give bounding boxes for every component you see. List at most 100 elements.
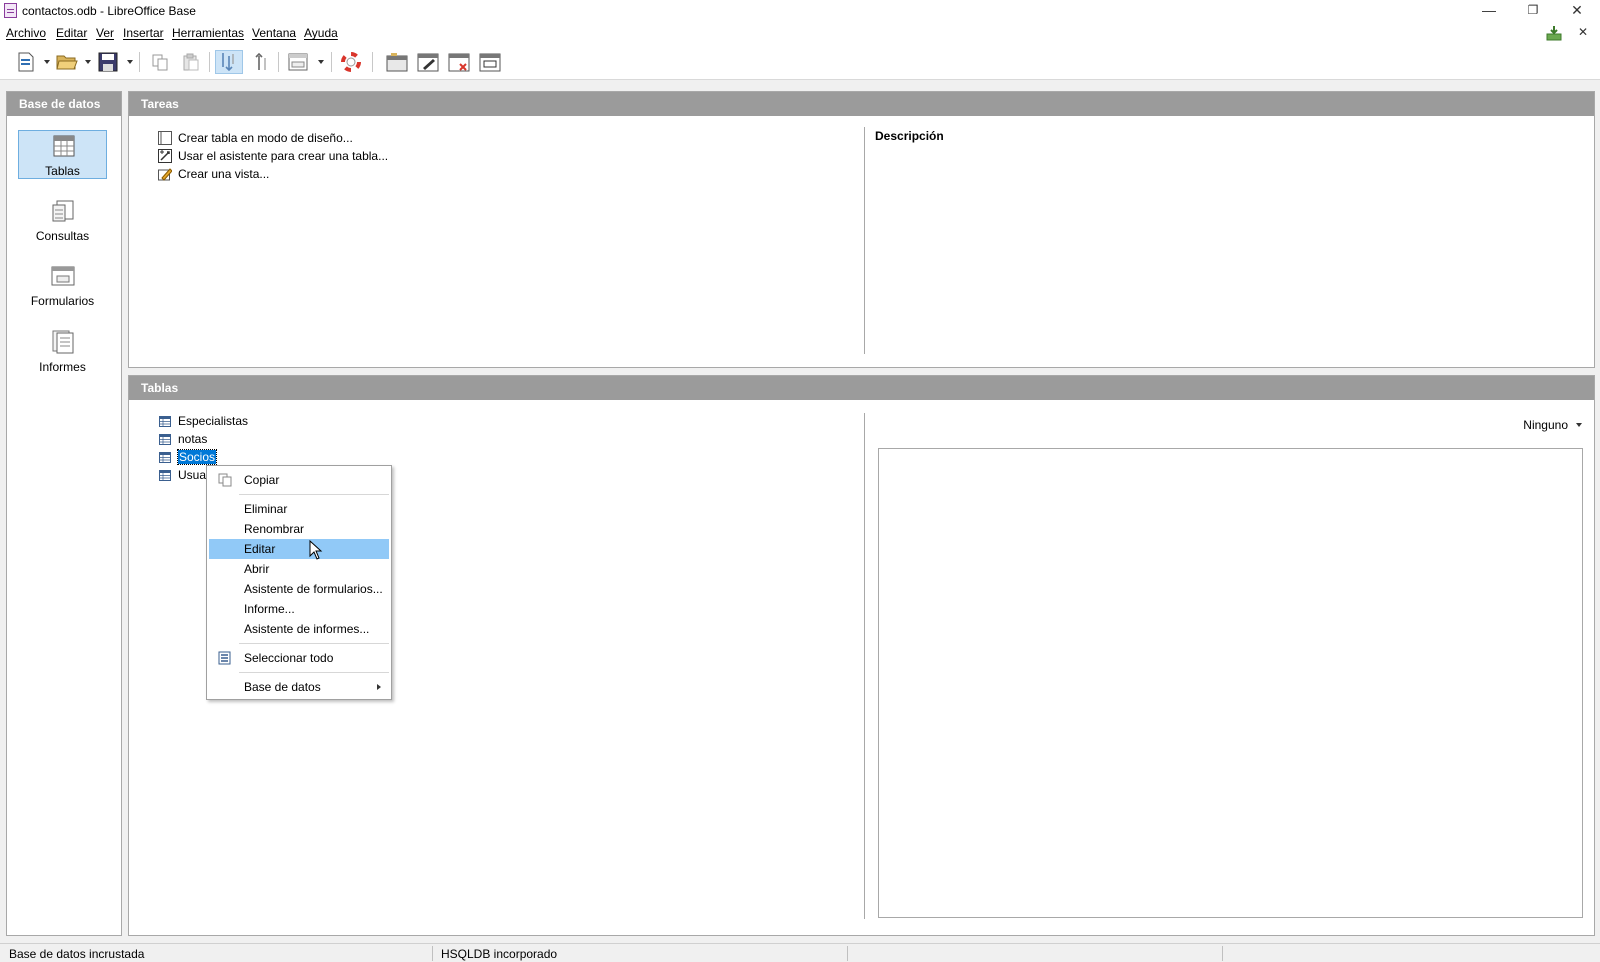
menu-item-label: Copiar	[244, 473, 280, 487]
standard-toolbar	[0, 43, 1600, 80]
paste-button[interactable]	[177, 50, 205, 74]
menu-ver[interactable]: Ver	[96, 26, 114, 40]
menu-ayuda[interactable]: Ayuda	[304, 26, 338, 40]
tasks-header: Tareas	[129, 92, 1594, 116]
sidebar-item-label: Consultas	[35, 229, 90, 243]
edit-icon	[417, 53, 439, 72]
database-sidebar: Base de datos Tablas Consultas Formulari…	[6, 91, 122, 936]
status-db-engine: HSQLDB incorporado	[441, 947, 558, 961]
menu-item-asistente-formularios[interactable]: Asistente de formularios...	[209, 579, 389, 599]
menu-item-eliminar[interactable]: Eliminar	[209, 499, 389, 519]
menu-item-renombrar[interactable]: Renombrar	[209, 519, 389, 539]
preview-mode-dropdown[interactable]: Ninguno	[1523, 418, 1582, 432]
save-dropdown-arrow[interactable]	[127, 60, 133, 64]
delete-button[interactable]	[445, 50, 473, 74]
update-icon[interactable]	[1546, 25, 1562, 41]
sidebar-item-queries[interactable]: Consultas	[18, 196, 107, 245]
menu-item-editar[interactable]: Editar	[209, 539, 389, 559]
form-dropdown-arrow[interactable]	[318, 60, 324, 64]
menu-item-label: Asistente de formularios...	[244, 582, 383, 596]
table-item-especialistas[interactable]: Especialistas	[159, 413, 248, 429]
sort-descending-button[interactable]	[245, 50, 273, 74]
sidebar-item-label: Informes	[39, 360, 86, 374]
status-embedded-db: Base de datos incrustada	[9, 947, 145, 961]
menu-insertar[interactable]: Insertar	[123, 26, 164, 40]
sort-ascending-icon	[222, 53, 234, 72]
toolbar-separator	[372, 52, 373, 72]
table-item-socios[interactable]: Socios	[159, 449, 218, 465]
menu-bar: Archivo Editar Ver Insertar Herramientas…	[0, 22, 1600, 43]
chevron-down-icon	[1576, 423, 1582, 427]
task-table-wizard[interactable]: Usar el asistente para crear una tabla..…	[158, 148, 388, 164]
sidebar-item-reports[interactable]: Informes	[18, 327, 107, 376]
menu-separator	[239, 494, 389, 495]
table-icon	[159, 469, 171, 481]
menu-item-informe[interactable]: Informe...	[209, 599, 389, 619]
window-title: contactos.odb - LibreOffice Base	[22, 4, 196, 18]
menu-archivo[interactable]: Archivo	[6, 26, 46, 40]
save-button[interactable]	[94, 50, 122, 74]
menu-ventana[interactable]: Ventana	[252, 26, 296, 40]
tables-icon	[53, 135, 75, 157]
table-label: notas	[178, 432, 208, 446]
menu-herramientas[interactable]: Herramientas	[172, 26, 244, 40]
rename-icon	[479, 53, 501, 72]
close-button[interactable]: ✕	[1555, 0, 1599, 22]
select-all-icon	[218, 651, 231, 665]
menu-item-label: Asistente de informes...	[244, 622, 370, 636]
restore-button[interactable]: ❐	[1511, 0, 1555, 22]
task-create-view[interactable]: Crear una vista...	[158, 166, 269, 182]
menu-item-copiar[interactable]: Copiar	[209, 470, 389, 490]
new-document-button[interactable]	[12, 50, 40, 74]
table-wizard-icon	[158, 149, 172, 163]
menu-item-label: Base de datos	[244, 680, 321, 694]
menu-separator	[239, 672, 389, 673]
sort-ascending-button[interactable]	[215, 50, 243, 74]
sidebar-header: Base de datos	[7, 92, 121, 116]
menu-item-label: Eliminar	[244, 502, 288, 516]
help-lifebuoy-icon	[341, 52, 361, 72]
menu-item-label: Editar	[244, 542, 276, 556]
menu-item-asistente-informes[interactable]: Asistente de informes...	[209, 619, 389, 639]
sort-descending-icon	[255, 52, 266, 70]
help-button[interactable]	[337, 50, 365, 74]
toolbar-separator	[278, 52, 279, 72]
open-dropdown-arrow[interactable]	[85, 60, 91, 64]
toolbar-separator	[209, 52, 210, 72]
table-item-notas[interactable]: notas	[159, 431, 207, 447]
sidebar-item-forms[interactable]: Formularios	[18, 261, 107, 310]
rename-button[interactable]	[476, 50, 504, 74]
table-label-selected: Socios	[176, 449, 218, 465]
toolbar-separator	[331, 52, 332, 72]
menu-item-label: Seleccionar todo	[244, 651, 334, 665]
status-separator	[847, 946, 848, 961]
sidebar-item-label: Formularios	[30, 294, 95, 308]
menu-item-seleccionar-todo[interactable]: Seleccionar todo	[209, 648, 389, 668]
sidebar-item-tables[interactable]: Tablas	[18, 130, 107, 179]
open-database-object-button[interactable]	[383, 50, 411, 74]
copy-button[interactable]	[146, 50, 174, 74]
task-create-table-design[interactable]: Crear tabla en modo de diseño...	[158, 130, 353, 146]
task-label: Usar el asistente para crear una tabla..…	[178, 149, 389, 163]
close-document-button[interactable]: ✕	[1566, 22, 1600, 44]
menu-item-abrir[interactable]: Abrir	[209, 559, 389, 579]
minimize-button[interactable]: —	[1467, 0, 1511, 22]
paste-icon	[183, 53, 199, 71]
status-separator	[1222, 946, 1223, 961]
edit-button[interactable]	[414, 50, 442, 74]
title-bar: contactos.odb - LibreOffice Base — ❐ ✕	[0, 0, 1600, 22]
menu-editar[interactable]: Editar	[56, 26, 87, 40]
forms-icon	[51, 266, 75, 286]
tables-divider	[864, 413, 865, 919]
menu-item-label: Renombrar	[244, 522, 305, 536]
form-button[interactable]	[284, 50, 312, 74]
mouse-cursor-icon	[309, 540, 323, 560]
table-icon	[159, 415, 171, 427]
open-button[interactable]	[53, 50, 81, 74]
table-item-usuarios[interactable]: Usuar	[159, 467, 210, 483]
tasks-panel: Tareas Crear tabla en modo de diseño... …	[128, 91, 1595, 368]
task-label: Crear tabla en modo de diseño...	[178, 131, 353, 145]
new-dropdown-arrow[interactable]	[44, 60, 50, 64]
new-document-icon	[18, 52, 34, 72]
menu-item-base-de-datos[interactable]: Base de datos	[209, 677, 389, 697]
